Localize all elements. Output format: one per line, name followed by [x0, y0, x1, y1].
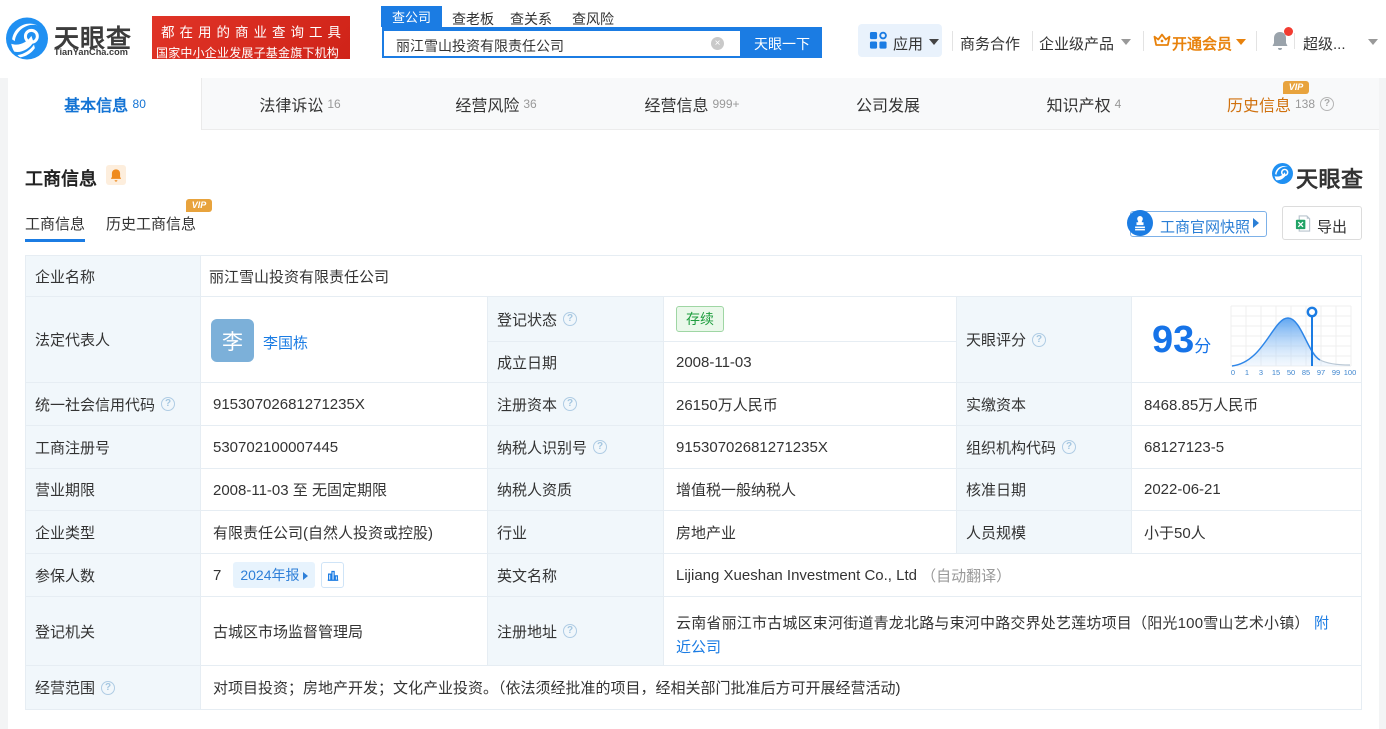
svg-text:85: 85	[1302, 368, 1310, 376]
svg-text:97: 97	[1317, 368, 1325, 376]
svg-text:3: 3	[1259, 368, 1263, 376]
svg-text:100: 100	[1344, 368, 1357, 376]
svg-text:99: 99	[1332, 368, 1340, 376]
svg-text:1: 1	[1245, 368, 1249, 376]
svg-text:15: 15	[1272, 368, 1280, 376]
svg-text:0: 0	[1231, 368, 1235, 376]
svg-text:50: 50	[1287, 368, 1295, 376]
